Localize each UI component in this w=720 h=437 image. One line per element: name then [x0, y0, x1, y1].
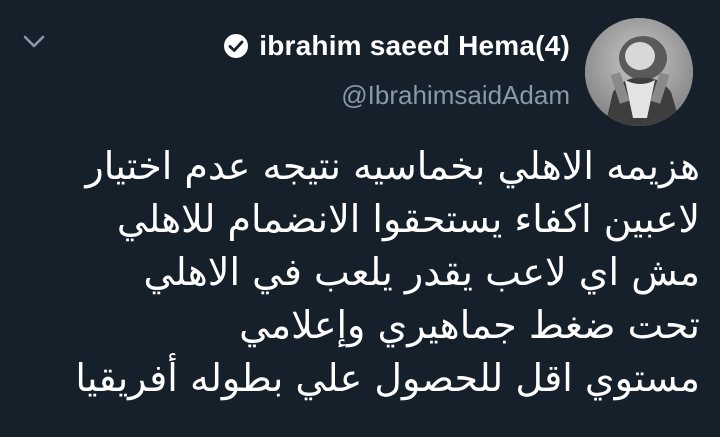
author-handle[interactable]: @IbrahimsaidAdam	[223, 80, 570, 111]
tweet-text-line-1: هزيمه الاهلي بخماسيه نتيجه عدم اختيار	[85, 144, 700, 188]
tweet-card: ibrahim saeed Hema(4) @IbrahimsaidAdam ه…	[0, 0, 720, 437]
avatar-photo	[585, 18, 693, 126]
author-display-name[interactable]: ibrahim saeed Hema(4)	[259, 30, 570, 62]
tweet-menu-button[interactable]	[18, 28, 50, 56]
tweet-text-line-2: لاعبين اكفاء يستحقوا الانضمام للاهلي	[116, 197, 700, 241]
author-name-row: ibrahim saeed Hema(4)	[223, 28, 570, 64]
tweet-text: هزيمه الاهلي بخماسيه نتيجه عدم اختيار لا…	[40, 140, 700, 405]
chevron-down-icon	[23, 35, 45, 48]
author-avatar[interactable]	[585, 18, 693, 126]
tweet-text-line-5: مستوي اقل للحصول علي بطوله أفريقيا	[75, 356, 700, 400]
tweet-author: ibrahim saeed Hema(4) @IbrahimsaidAdam	[223, 28, 570, 111]
verified-badge-icon	[223, 33, 249, 59]
tweet-text-line-3: مش اي لاعب يقدر يلعب في الاهلي	[143, 250, 701, 294]
tweet-text-line-4: تحت ضغط جماهيري وإعلامي	[239, 303, 700, 347]
